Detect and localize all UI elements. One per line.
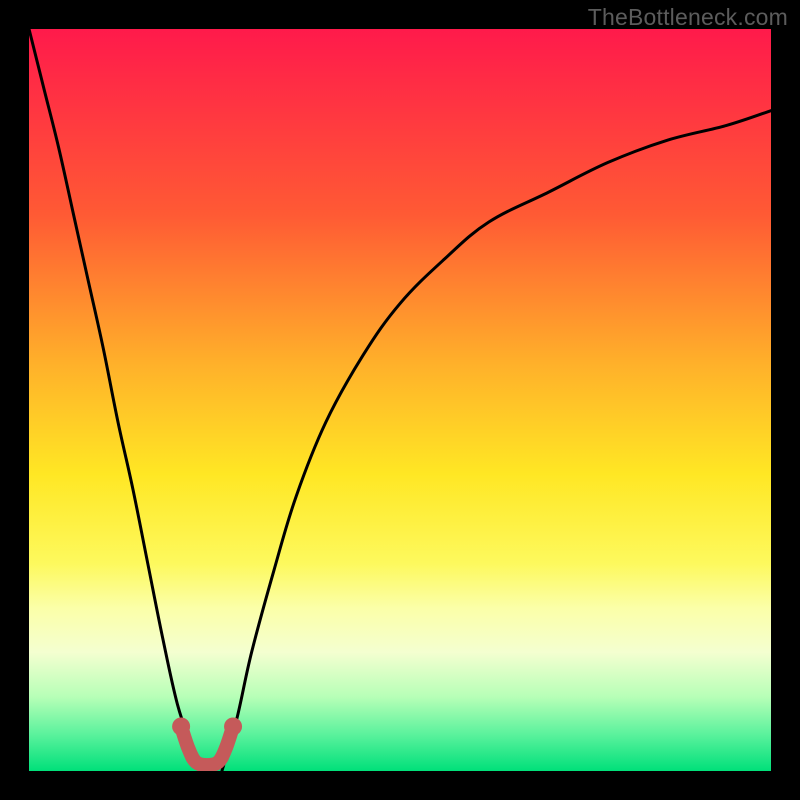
marker-dot	[224, 717, 242, 735]
chart-svg	[29, 29, 771, 771]
plot-area	[29, 29, 771, 771]
chart-frame: TheBottleneck.com	[0, 0, 800, 800]
marker-dot	[172, 717, 190, 735]
gradient-background	[29, 29, 771, 771]
watermark-text: TheBottleneck.com	[588, 4, 788, 31]
